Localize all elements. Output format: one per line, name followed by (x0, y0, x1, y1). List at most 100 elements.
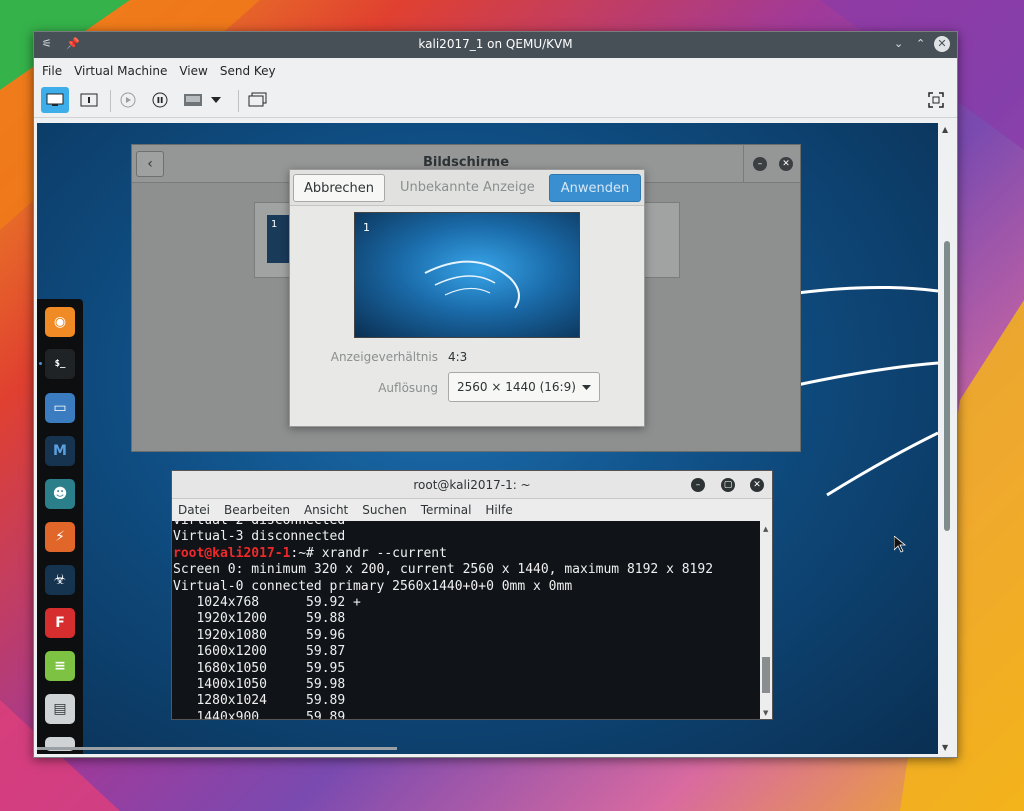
terminal-line: 1920x1200 59.88 (173, 611, 346, 627)
prompt-path: :~# (290, 545, 322, 561)
beef-icon[interactable]: ☣ (45, 565, 75, 595)
header-separator (743, 145, 744, 183)
scroll-down-icon[interactable]: ▼ (942, 743, 948, 752)
info-icon (80, 93, 98, 107)
terminal-line: Virtual-3 disconnected (173, 529, 346, 545)
pause-icon (152, 92, 168, 108)
metasploit-icon[interactable]: M (45, 436, 75, 466)
vertical-scroll-thumb[interactable] (944, 241, 950, 531)
minimize-icon: – (757, 159, 763, 169)
toolbar-separator (110, 90, 111, 112)
console-button[interactable] (41, 87, 69, 113)
firefox-icon[interactable]: ◉ (45, 307, 75, 337)
details-button[interactable] (75, 87, 103, 113)
terminal-menu-hilfe[interactable]: Hilfe (485, 503, 512, 517)
armitage-icon[interactable]: ☻ (45, 479, 75, 509)
menubar: File Virtual Machine View Send Key (34, 58, 957, 84)
leafpad-icon[interactable]: ≡ (45, 651, 75, 681)
shutdown-button[interactable] (179, 87, 207, 113)
close-icon: ✕ (753, 480, 761, 490)
run-button[interactable] (114, 87, 142, 113)
terminal-prompt-line: root@kali2017-1:~# xrandr --current (173, 546, 760, 562)
terminal-maximize-button[interactable]: ▢ (721, 478, 735, 492)
toolbar (34, 84, 957, 118)
shutdown-dropdown[interactable] (208, 87, 224, 113)
terminal-line: 1024x768 59.92 + (173, 595, 361, 611)
terminal-scroll-thumb[interactable] (762, 657, 770, 693)
terminal-line: 1920x1080 59.96 (173, 627, 346, 643)
terminal-minimize-button[interactable]: – (691, 478, 705, 492)
aspect-ratio-label: Anzeigeverhältnis (330, 350, 438, 364)
scroll-down-icon[interactable]: ▼ (763, 709, 768, 717)
popup-title: Unbekannte Anzeige (400, 180, 535, 195)
burpsuite-icon[interactable]: ⚡ (45, 522, 75, 552)
vertical-scrollbar[interactable]: ▲ ▼ (939, 123, 955, 754)
menu-virtual-machine[interactable]: Virtual Machine (74, 64, 167, 78)
pause-button[interactable] (146, 87, 174, 113)
terminal-line: 1280x1024 59.89 (173, 693, 346, 709)
terminal-line: 1440x900 59.89 (173, 709, 346, 719)
close-button[interactable]: ✕ (779, 157, 793, 171)
terminal-line: Virtual-2 disconnected (173, 521, 760, 529)
play-icon (120, 92, 136, 108)
resolution-label: Auflösung (378, 381, 438, 395)
displays-title: Bildschirme (422, 155, 510, 170)
terminal-line: 1400x1050 59.98 (173, 677, 346, 693)
terminal-scrollbar[interactable]: ▲ ▼ (760, 521, 772, 719)
display-settings-popup: Abbrechen Unbekannte Anzeige Anwenden 1 … (289, 169, 645, 427)
apply-button[interactable]: Anwenden (549, 174, 641, 202)
active-indicator (39, 362, 42, 365)
terminal-close-button[interactable]: ✕ (750, 478, 764, 492)
display-preview: 1 (354, 212, 580, 338)
snapshots-button[interactable] (244, 87, 272, 113)
monitor-thumbnail[interactable]: 1 (267, 215, 291, 263)
close-icon[interactable]: ✕ (934, 36, 950, 52)
menu-file[interactable]: File (42, 64, 62, 78)
minimize-icon: – (695, 480, 701, 490)
maximize-icon: ▢ (723, 480, 733, 490)
fullscreen-button[interactable] (922, 87, 950, 113)
resolution-dropdown[interactable]: 2560 × 1440 (16:9) (448, 372, 600, 402)
terminal-menu-suchen[interactable]: Suchen (362, 503, 406, 517)
guest-display[interactable]: ◉ $_ ▭ M ☻ ⚡ ☣ F ≡ ▤ ‹ Bildschirme – ✕ 1 (37, 123, 938, 754)
display-icon (46, 93, 64, 106)
terminal-line: 1680x1050 59.95 (173, 660, 346, 676)
terminal-menu-ansicht[interactable]: Ansicht (304, 503, 348, 517)
terminal-line: Screen 0: minimum 320 x 200, current 256… (173, 562, 714, 578)
terminal-menubar: Datei Bearbeiten Ansicht Suchen Terminal… (172, 499, 772, 521)
cancel-button[interactable]: Abbrechen (293, 174, 385, 202)
scroll-up-icon[interactable]: ▲ (763, 525, 768, 533)
chevron-down-icon (582, 385, 591, 390)
menu-send-key[interactable]: Send Key (220, 64, 276, 78)
files-icon[interactable]: ▭ (45, 393, 75, 423)
settings-app-icon[interactable]: ▤ (45, 694, 75, 724)
screenshot-icon (184, 94, 202, 106)
minimize-button[interactable]: – (753, 157, 767, 171)
scroll-up-icon[interactable]: ▲ (942, 125, 948, 134)
terminal-line: 1600x1200 59.87 (173, 644, 346, 660)
faraday-icon[interactable]: F (45, 608, 75, 638)
menu-view[interactable]: View (179, 64, 207, 78)
terminal-menu-bearbeiten[interactable]: Bearbeiten (224, 503, 290, 517)
close-icon: ✕ (782, 159, 790, 169)
dropdown-icon (211, 97, 221, 103)
terminal-icon[interactable]: $_ (45, 349, 75, 379)
terminal-menu-datei[interactable]: Datei (178, 503, 210, 517)
chevron-down-icon[interactable]: ⌄ (894, 37, 903, 50)
terminal-menu-terminal[interactable]: Terminal (421, 503, 472, 517)
mouse-cursor-icon (894, 536, 906, 553)
monitor-number: 1 (271, 219, 278, 230)
toolbar-separator (238, 90, 239, 112)
horizontal-scrollbar[interactable] (37, 747, 397, 750)
popup-header: Abbrechen Unbekannte Anzeige Anwenden (290, 170, 644, 206)
terminal-line: Virtual-0 connected primary 2560x1440+0+… (173, 578, 573, 594)
terminal-title: root@kali2017-1: ~ (413, 478, 531, 492)
kali-dock: ◉ $_ ▭ M ☻ ⚡ ☣ F ≡ ▤ (37, 299, 83, 754)
prompt-command: xrandr --current (321, 545, 447, 561)
maximize-icon[interactable]: ⌃ (916, 37, 925, 50)
terminal-output[interactable]: Virtual-2 disconnectedVirtual-3 disconne… (172, 521, 760, 719)
fullscreen-icon (928, 92, 944, 108)
snapshot-icon (248, 92, 267, 107)
aspect-ratio-value: 4:3 (448, 350, 468, 364)
virt-manager-window: ⚟ 📌 kali2017_1 on QEMU/KVM ⌄ ⌃ ✕ File Vi… (33, 31, 958, 758)
